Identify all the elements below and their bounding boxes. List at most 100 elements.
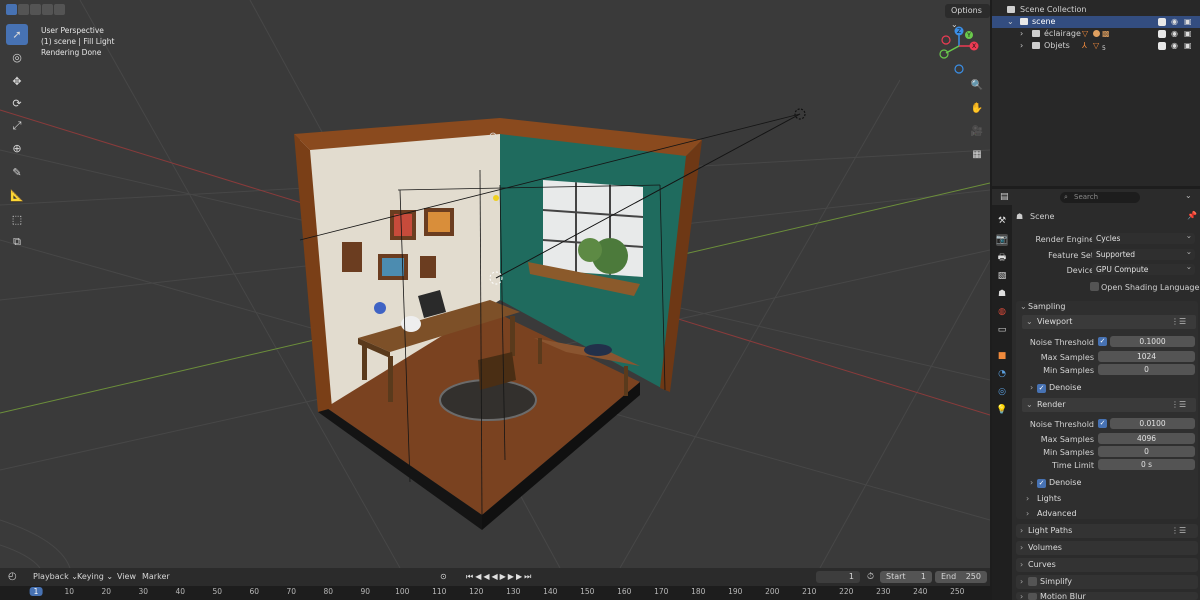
select-extend-icon[interactable] — [18, 4, 29, 15]
pin-icon[interactable]: 📌 — [1187, 211, 1197, 220]
frame-ruler[interactable]: 1 10 20 30 40 50 60 70 80 90 100 110 120 130 140 150 160… — [0, 586, 990, 600]
current-frame-field[interactable]: 1 — [816, 571, 860, 583]
add-object-icon[interactable]: ⧉ — [6, 231, 28, 252]
chevron-right-icon[interactable]: › — [1020, 590, 1023, 600]
annotate-icon[interactable]: ✎ — [6, 162, 28, 183]
select-invert-icon[interactable] — [42, 4, 53, 15]
camera-view-icon[interactable]: 🎥 — [968, 122, 986, 140]
motion-blur-checkbox[interactable] — [1028, 593, 1037, 600]
chevron-down-icon[interactable]: ⌄ — [1026, 315, 1033, 329]
playback-controls[interactable]: ⏮◀◀◀▶▶▶⏭ — [466, 571, 533, 583]
scale-icon[interactable]: ⤢ — [6, 116, 28, 137]
select-subtract-icon[interactable] — [30, 4, 41, 15]
playback-menu[interactable]: Playback ⌄ — [33, 571, 78, 583]
chevron-down-icon[interactable]: ⌄ — [1185, 191, 1192, 200]
osl-checkbox[interactable] — [1090, 282, 1099, 291]
chevron-down-icon[interactable]: ⌄ — [1026, 398, 1033, 412]
record-icon[interactable]: ⊙ — [440, 571, 447, 583]
add-cube-icon[interactable]: ⬚ — [6, 209, 28, 230]
presets-list-icon[interactable]: ⋮☰ — [1171, 398, 1186, 412]
chevron-right-icon[interactable]: › — [1020, 524, 1023, 538]
chevron-right-icon[interactable]: › — [1020, 28, 1023, 40]
chevron-right-icon[interactable]: › — [1030, 476, 1033, 490]
chevron-right-icon[interactable]: › — [1020, 575, 1023, 589]
tool-tab-icon[interactable]: ⚒ — [996, 215, 1008, 227]
vp-denoise-checkbox[interactable]: ✓ — [1037, 384, 1046, 393]
editor-type-icon[interactable]: ◴ — [8, 571, 17, 583]
outliner-item-scene[interactable]: ⌄ scene ◉ ▣ — [992, 16, 1200, 28]
eye-icon[interactable]: ◉ — [1171, 28, 1178, 40]
presets-list-icon[interactable]: ⋮☰ — [1171, 524, 1186, 538]
search-input[interactable]: ⌕ Search — [1060, 192, 1140, 203]
collection-tab-icon[interactable]: ▭ — [996, 324, 1008, 336]
chevron-right-icon[interactable]: › — [1026, 492, 1029, 506]
editor-type-icon[interactable]: ▤ — [1000, 192, 1009, 202]
object-tab-icon[interactable]: ■ — [996, 350, 1008, 362]
chevron-right-icon[interactable]: › — [1026, 507, 1029, 521]
exclude-checkbox[interactable] — [1158, 30, 1166, 38]
r-noise-threshold-checkbox[interactable]: ✓ — [1098, 419, 1107, 428]
move-icon[interactable]: ✥ — [6, 71, 28, 92]
perspective-grid-icon[interactable]: ▦ — [968, 145, 986, 163]
frame-tick: 110 — [432, 587, 447, 596]
marker-menu[interactable]: Marker — [142, 571, 170, 583]
scene-collection-row[interactable]: Scene Collection — [992, 4, 1200, 16]
vp-max-samples-field[interactable]: 1024 — [1098, 351, 1195, 362]
vp-noise-threshold-checkbox[interactable]: ✓ — [1098, 337, 1107, 346]
view-layer-tab-icon[interactable]: ▧ — [996, 270, 1008, 282]
chevron-right-icon[interactable]: › — [1020, 40, 1023, 52]
device-dropdown[interactable]: GPU Compute — [1092, 261, 1195, 275]
zoom-icon[interactable]: 🔍 — [968, 76, 986, 94]
render-engine-dropdown[interactable]: Cycles — [1092, 230, 1195, 244]
render-tab-icon[interactable]: 📷 — [996, 234, 1008, 246]
navigation-gizmo[interactable]: Z X Y — [938, 26, 980, 74]
chevron-right-icon[interactable]: › — [1020, 558, 1023, 572]
select-new-icon[interactable] — [6, 4, 17, 15]
view-menu[interactable]: View — [117, 571, 136, 583]
end-frame-field[interactable]: End 250 — [935, 571, 987, 583]
r-min-samples-field[interactable]: 0 — [1098, 446, 1195, 457]
constraints-tab-icon[interactable]: ◎ — [996, 386, 1008, 398]
chevron-right-icon[interactable]: › — [1030, 381, 1033, 395]
pan-hand-icon[interactable]: ✋ — [968, 99, 986, 117]
data-tab-icon[interactable]: 💡 — [996, 404, 1008, 416]
r-noise-threshold-field[interactable]: 0.0100 — [1110, 418, 1195, 429]
start-frame-field[interactable]: Start 1 — [880, 571, 932, 583]
camera-icon[interactable]: ▣ — [1184, 28, 1192, 40]
measure-icon[interactable]: 📐 — [6, 185, 28, 206]
r-max-samples-field[interactable]: 4096 — [1098, 433, 1195, 444]
simplify-checkbox[interactable] — [1028, 577, 1037, 586]
time-limit-field[interactable]: 0 s — [1098, 459, 1195, 470]
outliner-item-eclairage[interactable]: › éclairage ▽ ▩ ◉ ▣ — [992, 28, 1200, 40]
r-denoise-checkbox[interactable]: ✓ — [1037, 479, 1046, 488]
world-tab-icon[interactable]: ◍ — [996, 306, 1008, 318]
presets-list-icon[interactable]: ⋮☰ — [1171, 315, 1186, 329]
3d-viewport[interactable]: Options ⌄ User Perspective (1) scene | F… — [0, 0, 990, 568]
transform-icon[interactable]: ⊕ — [6, 138, 28, 159]
select-intersect-icon[interactable] — [54, 4, 65, 15]
vp-noise-threshold-field[interactable]: 0.1000 — [1110, 336, 1195, 347]
outliner-item-objets[interactable]: › Objets ⅄ ▽ 5 ◉ ▣ — [992, 40, 1200, 52]
sampling-title[interactable]: Sampling — [1028, 300, 1065, 314]
camera-icon[interactable]: ▣ — [1184, 16, 1192, 28]
exclude-checkbox[interactable] — [1158, 42, 1166, 50]
output-tab-icon[interactable]: 🖶 — [996, 252, 1008, 264]
scene-tab-icon[interactable]: ☗ — [996, 288, 1008, 300]
keying-menu[interactable]: Keying ⌄ — [77, 571, 113, 583]
lights-subpanel-title[interactable]: Lights — [1037, 492, 1061, 506]
chevron-right-icon[interactable]: › — [1020, 541, 1023, 555]
feature-set-dropdown[interactable]: Supported — [1092, 246, 1195, 260]
vp-min-samples-field[interactable]: 0 — [1098, 364, 1195, 375]
advanced-subpanel-title[interactable]: Advanced — [1037, 507, 1077, 521]
select-box-icon[interactable]: ➚ — [6, 24, 28, 45]
chevron-down-icon[interactable]: ⌄ — [1007, 16, 1014, 28]
cursor-icon[interactable]: ◎ — [6, 47, 28, 68]
physics-tab-icon[interactable]: ◔ — [996, 368, 1008, 380]
exclude-checkbox[interactable] — [1158, 18, 1166, 26]
eye-icon[interactable]: ◉ — [1171, 40, 1178, 52]
chevron-down-icon[interactable]: ⌄ — [1020, 300, 1027, 314]
camera-icon[interactable]: ▣ — [1184, 40, 1192, 52]
eye-icon[interactable]: ◉ — [1171, 16, 1178, 28]
rotate-icon[interactable]: ⟳ — [6, 93, 28, 114]
options-button[interactable]: Options ⌄ — [945, 4, 990, 29]
